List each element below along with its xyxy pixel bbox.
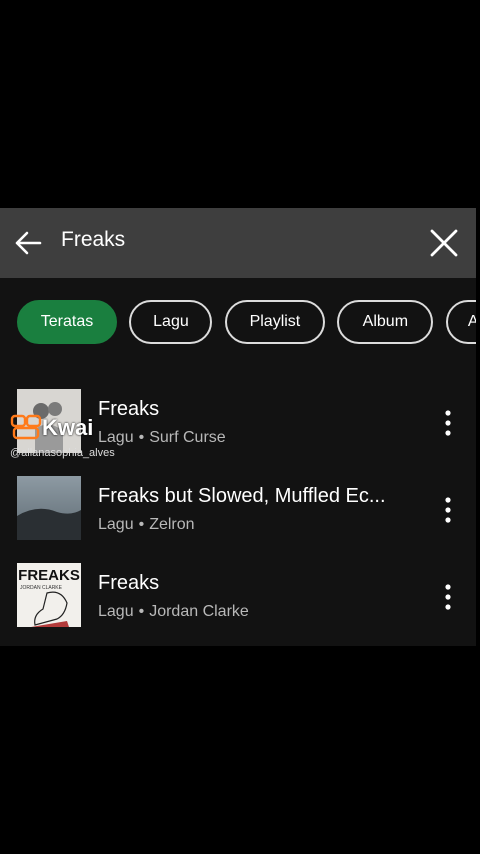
- more-options-icon[interactable]: [436, 583, 460, 611]
- kwai-watermark: Kwai @allanasophia_alves: [10, 414, 130, 474]
- kwai-brand: Kwai: [42, 415, 94, 440]
- close-icon[interactable]: [428, 227, 460, 259]
- track-subtitle: Lagu • Jordan Clarke: [98, 603, 249, 620]
- chip-album[interactable]: Album: [337, 300, 434, 344]
- track-artist: Zelron: [149, 516, 195, 533]
- watermark-username: @allanasophia_alves: [10, 447, 115, 459]
- list-item[interactable]: Freaks but Slowed, Muffled Ec... Lagu • Ze…: [0, 475, 476, 541]
- track-artist: Surf Curse: [149, 429, 226, 446]
- track-title: Freaks: [98, 572, 160, 594]
- filter-chips: Teratas Lagu Playlist Album Ar: [17, 300, 476, 346]
- album-art: [17, 476, 81, 540]
- track-type: Lagu: [98, 516, 134, 533]
- cover-title: FREAKS: [18, 567, 80, 584]
- chip-teratas[interactable]: Teratas: [17, 300, 117, 344]
- album-art: FREAKS JORDAN CLARKE: [17, 563, 81, 627]
- list-item[interactable]: FREAKS JORDAN CLARKE Freaks Lagu • Jordan …: [0, 562, 476, 628]
- more-options-icon[interactable]: [436, 409, 460, 437]
- track-type: Lagu: [98, 603, 134, 620]
- chip-artis[interactable]: Ar: [445, 300, 476, 344]
- kwai-logo-icon: [10, 414, 42, 440]
- search-bar: [0, 208, 476, 278]
- chip-lagu[interactable]: Lagu: [129, 300, 213, 344]
- chip-playlist[interactable]: Playlist: [224, 300, 325, 344]
- more-options-icon[interactable]: [436, 496, 460, 524]
- search-input[interactable]: [61, 228, 401, 252]
- back-arrow-icon[interactable]: [14, 230, 42, 256]
- track-title: Freaks but Slowed, Muffled Ec...: [98, 485, 386, 507]
- cover-artist: JORDAN CLARKE: [20, 585, 63, 591]
- track-subtitle: Lagu • Zelron: [98, 516, 195, 533]
- track-artist: Jordan Clarke: [149, 603, 249, 620]
